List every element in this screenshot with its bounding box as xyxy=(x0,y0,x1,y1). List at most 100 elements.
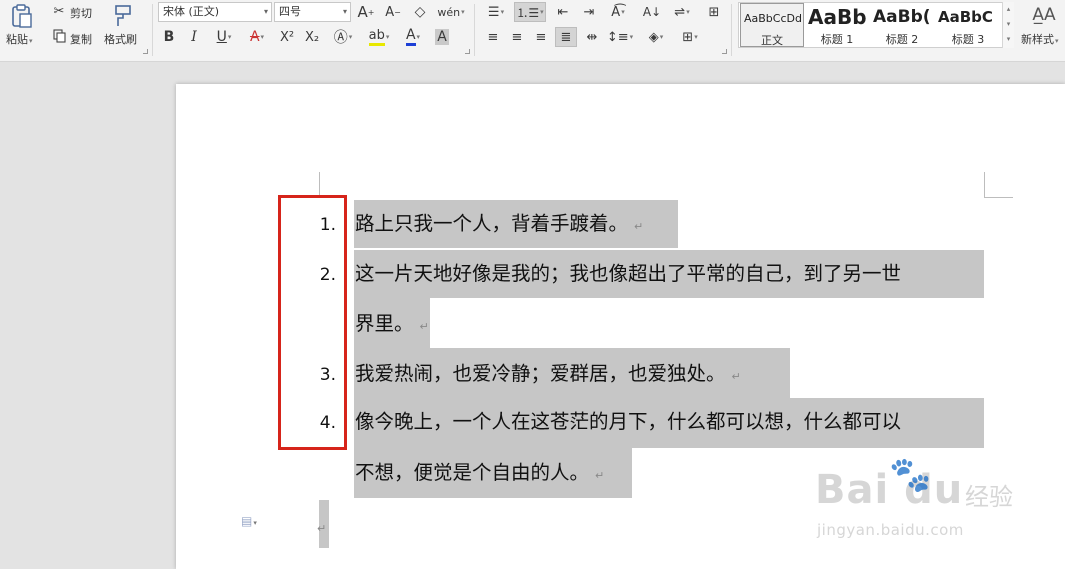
style-normal[interactable]: AaBbCcDd 正文 xyxy=(740,3,804,47)
paragraph-mark: ↵ xyxy=(731,370,741,383)
expand-icon[interactable]: ▾ xyxy=(1003,32,1014,47)
font-color-letter: A xyxy=(405,28,416,46)
strikethrough-button[interactable]: A ▾ xyxy=(243,27,271,47)
paragraph-dialog-launcher[interactable] xyxy=(722,49,727,54)
new-style-label: 新样式 xyxy=(1021,33,1054,46)
decrease-indent-icon[interactable]: ⇤ xyxy=(552,2,574,22)
style-name: 标题 2 xyxy=(885,33,919,46)
list-item-line: 我爱热闹，也爱冷静；爱群居，也爱独处。 xyxy=(355,362,726,385)
list-item-text[interactable]: 路上只我一个人，背着手踱着。 ↵ xyxy=(355,212,643,239)
watermark-text: 经验 xyxy=(965,483,1013,511)
numbering-icon[interactable]: ⒈☰ ▾ xyxy=(514,2,546,22)
shrink-font-icon[interactable]: A − xyxy=(383,2,403,22)
style-name: 标题 3 xyxy=(951,33,985,46)
copy-button[interactable]: 复制 xyxy=(70,31,92,47)
align-center-icon[interactable]: ≡ xyxy=(506,27,528,47)
style-preview: AaBbCcDd xyxy=(744,12,802,25)
paragraph-mark: ↵ xyxy=(595,469,605,482)
format-painter-button[interactable]: 格式刷 xyxy=(104,31,137,47)
list-item-text[interactable]: 这一片天地好像是我的；我也像超出了平常的自己，到了另一世 xyxy=(355,262,901,286)
cut-button[interactable]: 剪切 xyxy=(70,5,92,21)
scissors-icon[interactable]: ✂ xyxy=(51,3,67,19)
style-name: 标题 1 xyxy=(820,33,854,46)
shading-letter: A xyxy=(435,29,449,45)
annotation-highlight-box xyxy=(278,195,347,450)
new-style-icon[interactable]: A̲A xyxy=(1030,3,1058,27)
font-size-value: 四号 xyxy=(279,5,301,18)
group-divider xyxy=(731,4,732,56)
group-divider xyxy=(152,4,153,56)
list-item-text[interactable]: 界里。 ↵ xyxy=(355,312,429,339)
grow-font-icon[interactable]: A + xyxy=(356,2,376,22)
font-dialog-launcher[interactable] xyxy=(465,49,470,54)
distributed-icon[interactable]: ⇹ xyxy=(581,27,603,47)
watermark: Bai du 🐾 经验 jingyan.baidu.com xyxy=(815,455,1060,550)
borders-icon[interactable]: ⊞ ▾ xyxy=(676,27,704,47)
list-item-text[interactable]: 像今晚上，一个人在这苍茫的月下，什么都可以想，什么都可以 xyxy=(355,410,901,434)
align-right-icon[interactable]: ≡ xyxy=(530,27,552,47)
paragraph-layout-icon[interactable]: ▤▾ xyxy=(241,514,257,528)
increase-indent-icon[interactable]: ⇥ xyxy=(578,2,600,22)
copy-icon[interactable] xyxy=(51,28,67,44)
ribbon-toolbar: 粘贴▾ ✂ 剪切 复制 格式刷 宋体 (正文) ▾ 四号 ▾ A + A − ◇ w… xyxy=(0,0,1065,62)
group-divider xyxy=(474,4,475,56)
chevron-down-icon[interactable]: ▾ xyxy=(1003,17,1014,32)
font-color-button[interactable]: A ▾ xyxy=(399,27,427,47)
watermark-url: jingyan.baidu.com xyxy=(817,521,964,539)
bold-button[interactable]: B xyxy=(160,27,178,47)
paragraph-mark: ↵ xyxy=(634,220,644,233)
font-name-value: 宋体 (正文) xyxy=(163,5,220,18)
style-name: 正文 xyxy=(761,34,783,47)
list-item-text[interactable]: 我爱热闹，也爱冷静；爱群居，也爱独处。 ↵ xyxy=(355,362,741,389)
text-effect-icon[interactable]: Ⓐ ▾ xyxy=(330,27,356,47)
chevron-down-icon: ▾ xyxy=(29,37,33,45)
table-border-icon[interactable]: ⊞ xyxy=(703,2,725,22)
paragraph-mark: ↵ xyxy=(317,522,327,535)
list-item-line: 路上只我一个人，背着手踱着。 xyxy=(355,212,629,235)
paste-icon[interactable] xyxy=(8,2,36,30)
list-item-line: 界里。 xyxy=(355,312,414,335)
format-painter-icon[interactable] xyxy=(109,2,137,30)
phonetic-guide-icon[interactable]: wén ▾ xyxy=(437,2,465,22)
justify-icon[interactable]: ≣ xyxy=(555,27,577,47)
underline-letter: U xyxy=(216,29,227,45)
chinese-layout-icon[interactable]: A͡ ▾ xyxy=(604,2,632,22)
shading-icon[interactable]: ◈ ▾ xyxy=(642,27,670,47)
strike-letter: A xyxy=(249,29,260,45)
paste-button[interactable]: 粘贴▾ xyxy=(6,31,33,47)
sort-icon[interactable]: A↓ xyxy=(641,2,663,22)
new-style-button[interactable]: 新样式▾ xyxy=(1021,31,1059,47)
style-preview: AaBb xyxy=(808,5,867,29)
align-left-icon[interactable]: ≡ xyxy=(482,27,504,47)
paw-icon: 🐾 xyxy=(889,455,932,495)
line-spacing-icon[interactable]: ↕≡ ▾ xyxy=(606,27,634,47)
style-heading-2[interactable]: AaBb( 标题 2 xyxy=(870,3,934,47)
font-size-select[interactable]: 四号 ▾ xyxy=(274,2,351,22)
style-preview: AaBb( xyxy=(873,7,931,27)
bullets-icon[interactable]: ☰ ▾ xyxy=(482,2,510,22)
paragraph-mark: ↵ xyxy=(419,320,429,333)
highlight-icon[interactable]: ab ▾ xyxy=(364,27,394,47)
clipboard-dialog-launcher[interactable] xyxy=(143,49,148,54)
font-name-select[interactable]: 宋体 (正文) ▾ xyxy=(158,2,272,22)
crop-mark xyxy=(984,172,985,198)
chevron-up-icon[interactable]: ▴ xyxy=(1003,2,1014,17)
underline-button[interactable]: U ▾ xyxy=(210,27,238,47)
style-preview: AaBbC xyxy=(938,8,993,26)
style-heading-3[interactable]: AaBbC 标题 3 xyxy=(935,3,1001,47)
paste-label: 粘贴 xyxy=(6,33,28,46)
superscript-button[interactable]: X² xyxy=(276,27,298,47)
clear-format-icon[interactable]: ◇ xyxy=(410,2,430,22)
list-item-line: 不想，便觉是个自由的人。 xyxy=(355,461,590,484)
chevron-down-icon: ▾ xyxy=(342,7,347,16)
styles-scroll[interactable]: ▴ ▾ ▾ xyxy=(1002,2,1014,48)
style-heading-1[interactable]: AaBb 标题 1 xyxy=(805,3,869,47)
styles-gallery: AaBbCcDd 正文 AaBb 标题 1 AaBb( 标题 2 AaBbC 标… xyxy=(738,2,1012,48)
italic-button[interactable]: I xyxy=(185,27,203,47)
empty-paragraph[interactable]: ↵ xyxy=(317,514,326,541)
chevron-down-icon: ▾ xyxy=(263,7,268,16)
list-item-text[interactable]: 不想，便觉是个自由的人。 ↵ xyxy=(355,461,604,488)
character-shading-button[interactable]: A xyxy=(433,27,451,47)
subscript-button[interactable]: X₂ xyxy=(301,27,323,47)
line-direction-icon[interactable]: ⇌ ▾ xyxy=(668,2,696,22)
